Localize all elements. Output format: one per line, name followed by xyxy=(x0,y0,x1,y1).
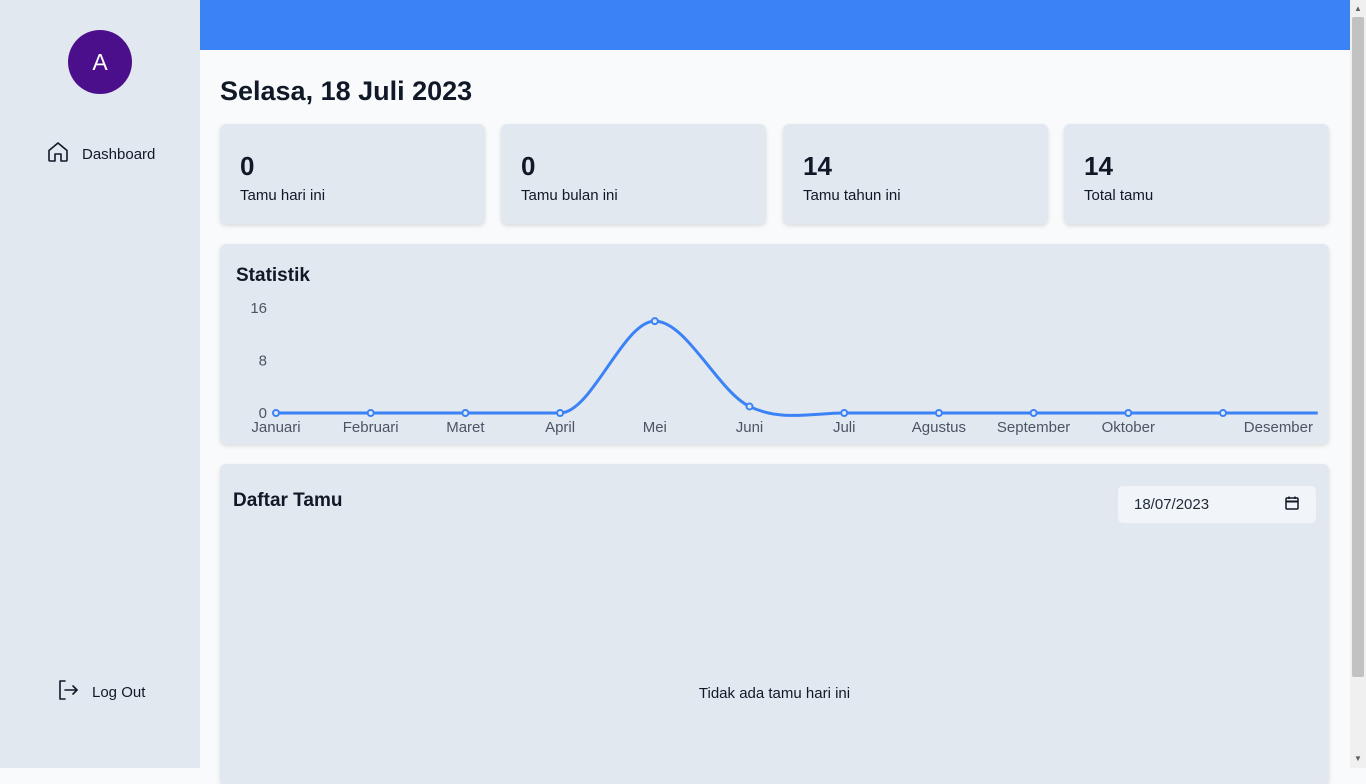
statistics-chart: 0816Januari Februari Maret April Mei Juni Juli… xyxy=(250,300,1318,436)
x-tick-label: Juli xyxy=(833,419,856,436)
x-tick-label: Februari xyxy=(343,419,399,436)
stat-label: Total tamu xyxy=(1084,187,1154,204)
stat-card-month: 0 Tamu bulan ini xyxy=(501,124,766,224)
data-point[interactable] xyxy=(745,402,754,411)
avatar[interactable]: A xyxy=(68,30,132,94)
home-icon xyxy=(46,140,70,168)
series-line xyxy=(275,319,1318,417)
empty-guest-message: Tidak ada tamu hari ini xyxy=(698,685,851,702)
data-point[interactable] xyxy=(650,317,659,326)
scroll-down-arrow-icon[interactable]: ▼ xyxy=(1353,754,1363,764)
stat-value: 14 xyxy=(803,151,832,181)
stat-value: 14 xyxy=(1084,151,1113,181)
data-point[interactable] xyxy=(1029,409,1038,417)
data-point[interactable] xyxy=(934,409,943,417)
data-point[interactable] xyxy=(556,409,565,417)
data-point[interactable] xyxy=(1219,409,1227,417)
stat-value: 0 xyxy=(521,151,536,181)
x-tick-label: Maret xyxy=(446,419,485,436)
x-tick-label: April xyxy=(545,419,575,436)
scroll-up-arrow-icon[interactable]: ▲ xyxy=(1353,4,1363,14)
logout-button[interactable]: Log Out xyxy=(56,678,145,706)
stat-card-today: 0 Tamu hari ini xyxy=(220,124,485,224)
x-tick-label: Desember xyxy=(1244,419,1313,436)
stat-card-total: 14 Total tamu xyxy=(1064,124,1329,224)
y-tick-label: 16 xyxy=(250,300,267,317)
x-tick-label: Oktober xyxy=(1102,419,1155,436)
statistics-panel: Statistik 0 8 16 Januari Februari Maret April M… xyxy=(220,244,1329,444)
date-picker-input[interactable]: 18/07/2023 xyxy=(1118,486,1316,523)
x-tick-label: Agustus xyxy=(912,419,966,436)
stat-label: Tamu tahun ini xyxy=(803,187,901,204)
stat-value: 0 xyxy=(240,151,255,181)
guest-list-panel: Daftar Tamu 18/07/2023 Tidak ada tamu ha… xyxy=(220,464,1329,784)
y-tick-label: 8 xyxy=(259,353,267,370)
page-title: Selasa, 18 Juli 2023 xyxy=(220,76,473,106)
date-value: 18/07/2023 xyxy=(1134,496,1210,513)
calendar-icon[interactable] xyxy=(1284,495,1300,515)
x-tick-label: Juni xyxy=(736,419,764,436)
data-point[interactable] xyxy=(840,409,849,417)
logout-label: Log Out xyxy=(92,683,146,701)
top-bar xyxy=(200,0,1350,50)
stat-label: Tamu hari ini xyxy=(240,187,326,204)
sidebar: A Dashboard Log Out xyxy=(0,0,200,768)
x-tick-label: Mei xyxy=(643,419,667,436)
data-point[interactable] xyxy=(272,409,280,417)
x-tick-label: September xyxy=(997,419,1070,436)
data-point[interactable] xyxy=(366,409,375,417)
avatar-initial: A xyxy=(92,48,108,75)
data-point[interactable] xyxy=(461,409,470,417)
data-point[interactable] xyxy=(1124,409,1133,417)
logout-icon xyxy=(56,678,80,706)
stat-label: Tamu bulan ini xyxy=(521,187,618,204)
stat-card-year: 14 Tamu tahun ini xyxy=(783,124,1048,224)
x-tick-label: Januari xyxy=(251,419,300,436)
sidebar-item-label: Dashboard xyxy=(82,145,156,163)
guest-list-title: Daftar Tamu xyxy=(233,490,343,511)
sidebar-item-dashboard[interactable]: Dashboard xyxy=(46,140,155,168)
scrollbar-thumb[interactable] xyxy=(1352,17,1364,677)
